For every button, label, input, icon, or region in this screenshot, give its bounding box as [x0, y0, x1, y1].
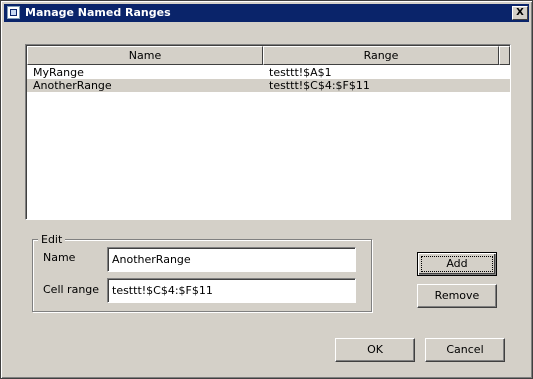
manage-named-ranges-dialog: Manage Named Ranges X Name Range MyRange…	[0, 0, 533, 379]
name-label: Name	[43, 251, 76, 264]
title-bar: Manage Named Ranges X	[4, 4, 529, 22]
table-row-selected[interactable]: AnotherRange testtt!$C$4:$F$11	[27, 79, 510, 92]
name-input[interactable]	[107, 247, 356, 272]
row-range-cell: testtt!$A$1	[269, 66, 332, 79]
named-ranges-list[interactable]: Name Range MyRange testtt!$A$1 AnotherRa…	[25, 44, 511, 220]
column-header-range[interactable]: Range	[263, 46, 499, 65]
row-name-cell: AnotherRange	[33, 79, 112, 92]
row-range-cell: testtt!$C$4:$F$11	[269, 79, 370, 92]
focus-rectangle	[421, 256, 493, 272]
row-name-cell: MyRange	[33, 66, 84, 79]
remove-button[interactable]: Remove	[417, 284, 497, 308]
column-header-name[interactable]: Name	[27, 46, 263, 65]
close-icon: X	[516, 7, 524, 18]
window-icon	[7, 6, 20, 19]
ok-button[interactable]: OK	[335, 338, 415, 362]
column-header-range-label: Range	[363, 49, 399, 62]
cell-range-label: Cell range	[43, 283, 100, 296]
ok-button-label: OK	[367, 343, 383, 356]
cancel-button[interactable]: Cancel	[425, 338, 505, 362]
column-header-filler	[499, 46, 510, 65]
column-header-name-label: Name	[128, 49, 162, 62]
table-row[interactable]: MyRange testtt!$A$1	[27, 66, 510, 79]
cell-range-input[interactable]	[107, 278, 356, 303]
cancel-button-label: Cancel	[446, 343, 484, 356]
window-title: Manage Named Ranges	[25, 6, 171, 19]
add-button[interactable]: Add	[417, 252, 497, 276]
close-button[interactable]: X	[512, 6, 528, 20]
edit-groupbox-legend: Edit	[38, 233, 66, 246]
remove-button-label: Remove	[434, 289, 480, 302]
